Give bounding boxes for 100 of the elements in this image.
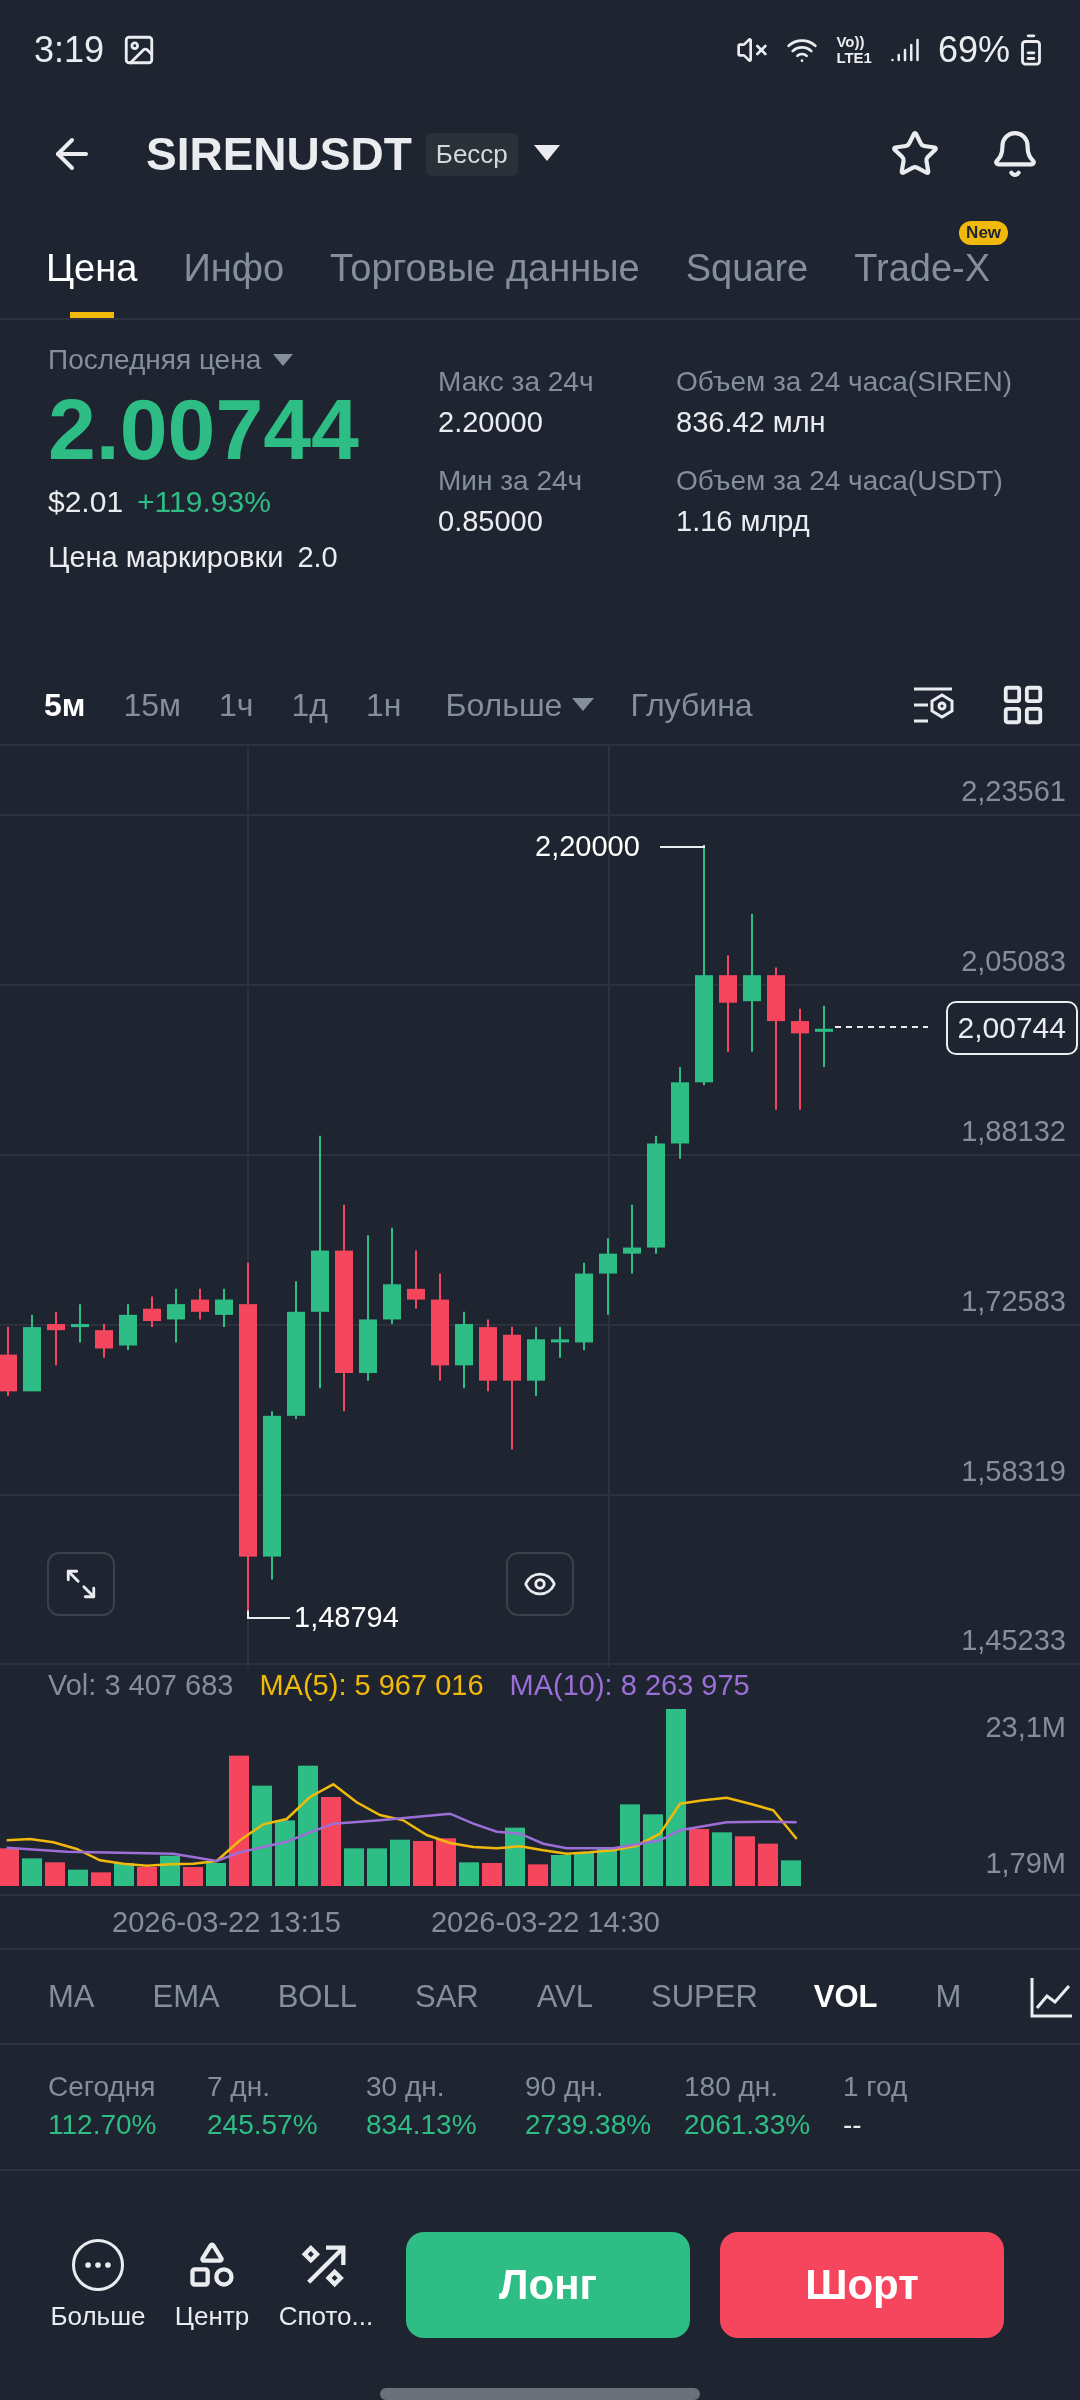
volume-bar <box>689 1829 709 1887</box>
volume-bar <box>436 1838 456 1887</box>
tab[interactable]: Торговые данные <box>330 247 640 319</box>
tab[interactable]: Trade-X <box>854 247 991 319</box>
candlestick <box>47 1311 65 1367</box>
short-button[interactable]: Шорт <box>720 2232 1004 2339</box>
period-return: 245.57% <box>207 2109 319 2142</box>
candlestick <box>95 1323 113 1359</box>
volume-bar <box>528 1864 548 1887</box>
volume-bar <box>781 1860 801 1887</box>
action-button[interactable]: Центр <box>162 2238 262 2332</box>
volume-bar <box>758 1843 778 1887</box>
long-button[interactable]: Лонг <box>406 2232 690 2339</box>
indicator-tab[interactable]: AVL <box>536 1978 593 2015</box>
line-chart-icon <box>1029 1975 1074 2018</box>
indicator-tab[interactable]: MA <box>48 1978 95 2015</box>
period-label: 90 дн. <box>525 2071 605 2104</box>
leader-line <box>247 1609 291 1620</box>
indicator-tab[interactable]: SUPER <box>651 1978 758 2015</box>
interval-tab[interactable]: 1д <box>291 686 328 724</box>
period-label: 1 год <box>843 2071 909 2104</box>
candlestick <box>551 1326 569 1359</box>
current-price-tag: 2,00744 <box>945 1001 1078 1056</box>
price-axis-label: 2,23561 <box>961 775 1066 809</box>
last-price-label: Последняя цена <box>48 344 262 377</box>
volume-bar <box>22 1858 42 1887</box>
mark-price-label: Цена маркировки <box>48 541 284 575</box>
volume-bar <box>551 1855 571 1887</box>
interval-tab[interactable]: 1ч <box>219 686 254 724</box>
low-price-label: 1,48794 <box>294 1601 399 1635</box>
volume-bar <box>712 1832 732 1887</box>
stat-label: Мин за 24ч <box>438 465 584 498</box>
interval-tab[interactable]: 5м <box>44 686 86 724</box>
tab[interactable]: Square <box>685 247 809 319</box>
visibility-button[interactable] <box>506 1552 574 1617</box>
price-axis-label: 2,05083 <box>961 945 1066 979</box>
new-badge: New <box>959 221 1009 246</box>
stat-value: 0.85000 <box>438 505 544 539</box>
more-intervals-button[interactable]: Больше <box>445 686 595 724</box>
period-return: 112.70% <box>48 2109 158 2142</box>
ma5-value: MA(5): 5 967 016 <box>259 1669 484 1704</box>
interval-tab[interactable]: 1н <box>366 686 402 724</box>
indicator-tab[interactable]: EMA <box>152 1978 220 2015</box>
leader-line <box>659 844 705 849</box>
action-button[interactable]: Больше <box>48 2238 148 2332</box>
candlestick <box>815 1005 833 1069</box>
interval-tab[interactable]: 15м <box>123 686 182 724</box>
high-price-label: 2,20000 <box>535 830 640 864</box>
price-axis-label: 1,45233 <box>961 1624 1066 1658</box>
volume-bar <box>114 1863 134 1887</box>
stat-label: Объем за 24 часа(USDT) <box>676 465 1004 498</box>
indicator-tab[interactable]: M <box>935 1978 962 2015</box>
volume-bar <box>0 1848 19 1887</box>
period-return: 2061.33% <box>684 2109 812 2142</box>
volume-value: Vol: 3 407 683 <box>48 1669 234 1704</box>
candlestick <box>119 1303 137 1352</box>
stat-value: 1.16 млрд <box>676 505 811 539</box>
indicator-tab[interactable]: VOL <box>813 1978 878 2015</box>
status-time: 3:19 <box>34 28 105 71</box>
tab[interactable]: Цена <box>46 247 138 319</box>
stat-label: Объем за 24 часа(SIREN) <box>676 366 1013 399</box>
candlestick <box>623 1203 641 1275</box>
period-label: 7 дн. <box>207 2071 271 2104</box>
price-axis-label: 1,72583 <box>961 1285 1066 1319</box>
contract-badge: Бесср <box>425 132 518 176</box>
volume-bar <box>459 1862 479 1887</box>
volume-bar <box>574 1852 594 1887</box>
candlestick <box>143 1295 161 1329</box>
volume-bar <box>413 1841 433 1887</box>
stat-value: 836.42 млн <box>676 406 827 440</box>
pair-symbol: SIRENUSDT <box>146 127 412 182</box>
period-label: 180 дн. <box>684 2071 780 2104</box>
candlestick <box>407 1249 425 1310</box>
volume-bar <box>45 1862 65 1887</box>
price-axis-label: 1,58319 <box>961 1455 1066 1489</box>
period-label: Сегодня <box>48 2071 157 2104</box>
usd-price: $2.01 <box>48 485 124 520</box>
candlestick <box>167 1288 185 1344</box>
time-axis-label: 2026-03-22 14:30 <box>431 1905 660 1939</box>
indicator-tab[interactable]: BOLL <box>277 1978 357 2015</box>
action-button[interactable]: Спото... <box>276 2238 376 2332</box>
battery-level: 69% <box>937 28 1010 71</box>
price-axis-label: 1,88132 <box>961 1115 1066 1149</box>
candlestick <box>527 1326 545 1398</box>
depth-tab[interactable]: Глубина <box>630 686 753 724</box>
period-return: 834.13% <box>366 2109 478 2142</box>
volume-axis-label: 23,1M <box>985 1711 1066 1745</box>
price-change: +119.93% <box>137 485 271 520</box>
network-label: Vo)) LTE1 <box>836 33 872 66</box>
caret-icon <box>572 698 595 713</box>
tab[interactable]: Инфо <box>183 247 285 319</box>
volume-bar <box>91 1872 111 1887</box>
volume-bar <box>482 1863 502 1887</box>
indicator-tab[interactable]: SAR <box>414 1978 479 2015</box>
stat-label: Макс за 24ч <box>438 366 595 399</box>
mark-price: 2.0 <box>297 541 338 575</box>
fullscreen-button[interactable] <box>47 1552 115 1617</box>
volume-bar <box>275 1820 295 1887</box>
volume-bar <box>505 1827 525 1887</box>
period-return: -- <box>843 2109 863 2142</box>
